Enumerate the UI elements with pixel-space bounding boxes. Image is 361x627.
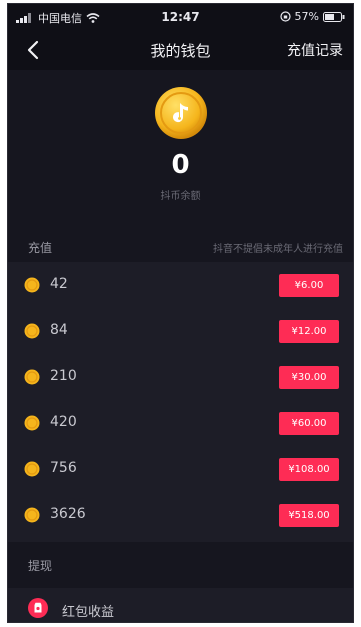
coin-icon: [24, 277, 40, 293]
nav-bar: 我的钱包 充值记录: [8, 30, 353, 70]
status-right: 57%: [279, 10, 345, 23]
red-packet-icon: [28, 598, 48, 618]
price-button[interactable]: ¥60.00: [279, 412, 339, 435]
recharge-option-row[interactable]: 42 ¥6.00: [8, 262, 353, 308]
price-button[interactable]: ¥108.00: [279, 458, 339, 481]
douyin-coin-icon: [155, 87, 207, 139]
price-button[interactable]: ¥518.00: [279, 504, 339, 527]
recharge-option-row[interactable]: 210 ¥30.00: [8, 354, 353, 400]
price-button[interactable]: ¥6.00: [279, 274, 339, 297]
coin-amount: 210: [50, 368, 77, 384]
recharge-option-row[interactable]: 3626 ¥518.00: [8, 492, 353, 538]
orientation-lock-icon: [279, 11, 291, 22]
minor-recharge-notice: 抖音不提倡未成年人进行充值: [213, 244, 343, 255]
battery-percent: 57%: [294, 10, 319, 23]
status-bar: 中国电信 12:47 57%: [8, 4, 353, 30]
coin-icon: [24, 461, 40, 477]
recharge-option-row[interactable]: 756 ¥108.00: [8, 446, 353, 492]
balance-label: 抖币余额: [160, 191, 201, 202]
recharge-section-title: 充值: [28, 241, 53, 255]
withdraw-section-header: 提现: [8, 548, 353, 582]
battery-icon: [323, 11, 345, 22]
coin-amount: 756: [50, 460, 77, 476]
recharge-section-header: 充值 抖音不提倡未成年人进行充值: [8, 230, 353, 264]
balance-area: 0 抖币余额: [8, 70, 353, 230]
back-arrow-icon[interactable]: [22, 38, 46, 62]
recharge-options-list: 42 ¥6.00 84 ¥12.00 210 ¥30.00 420 ¥60.00…: [8, 262, 353, 542]
coin-amount: 420: [50, 414, 77, 430]
withdraw-section-title: 提现: [28, 559, 53, 573]
coin-amount: 3626: [50, 506, 86, 522]
price-button[interactable]: ¥30.00: [279, 366, 339, 389]
recharge-history-link[interactable]: 充值记录: [287, 40, 343, 60]
coin-icon: [24, 369, 40, 385]
coin-icon: [24, 323, 40, 339]
price-button[interactable]: ¥12.00: [279, 320, 339, 343]
coin-amount: 42: [50, 276, 68, 292]
red-packet-earnings-item[interactable]: 红包收益: [8, 588, 353, 622]
wallet-screen: 中国电信 12:47 57% 我的钱包 充值记录 0 抖币余额 充值 抖音不提倡…: [7, 3, 354, 623]
coin-amount: 84: [50, 322, 68, 338]
coin-icon: [24, 507, 40, 523]
red-packet-earnings-label: 红包收益: [62, 605, 115, 620]
recharge-option-row[interactable]: 420 ¥60.00: [8, 400, 353, 446]
coin-icon: [24, 415, 40, 431]
recharge-option-row[interactable]: 84 ¥12.00: [8, 308, 353, 354]
balance-value: 0: [171, 150, 190, 180]
